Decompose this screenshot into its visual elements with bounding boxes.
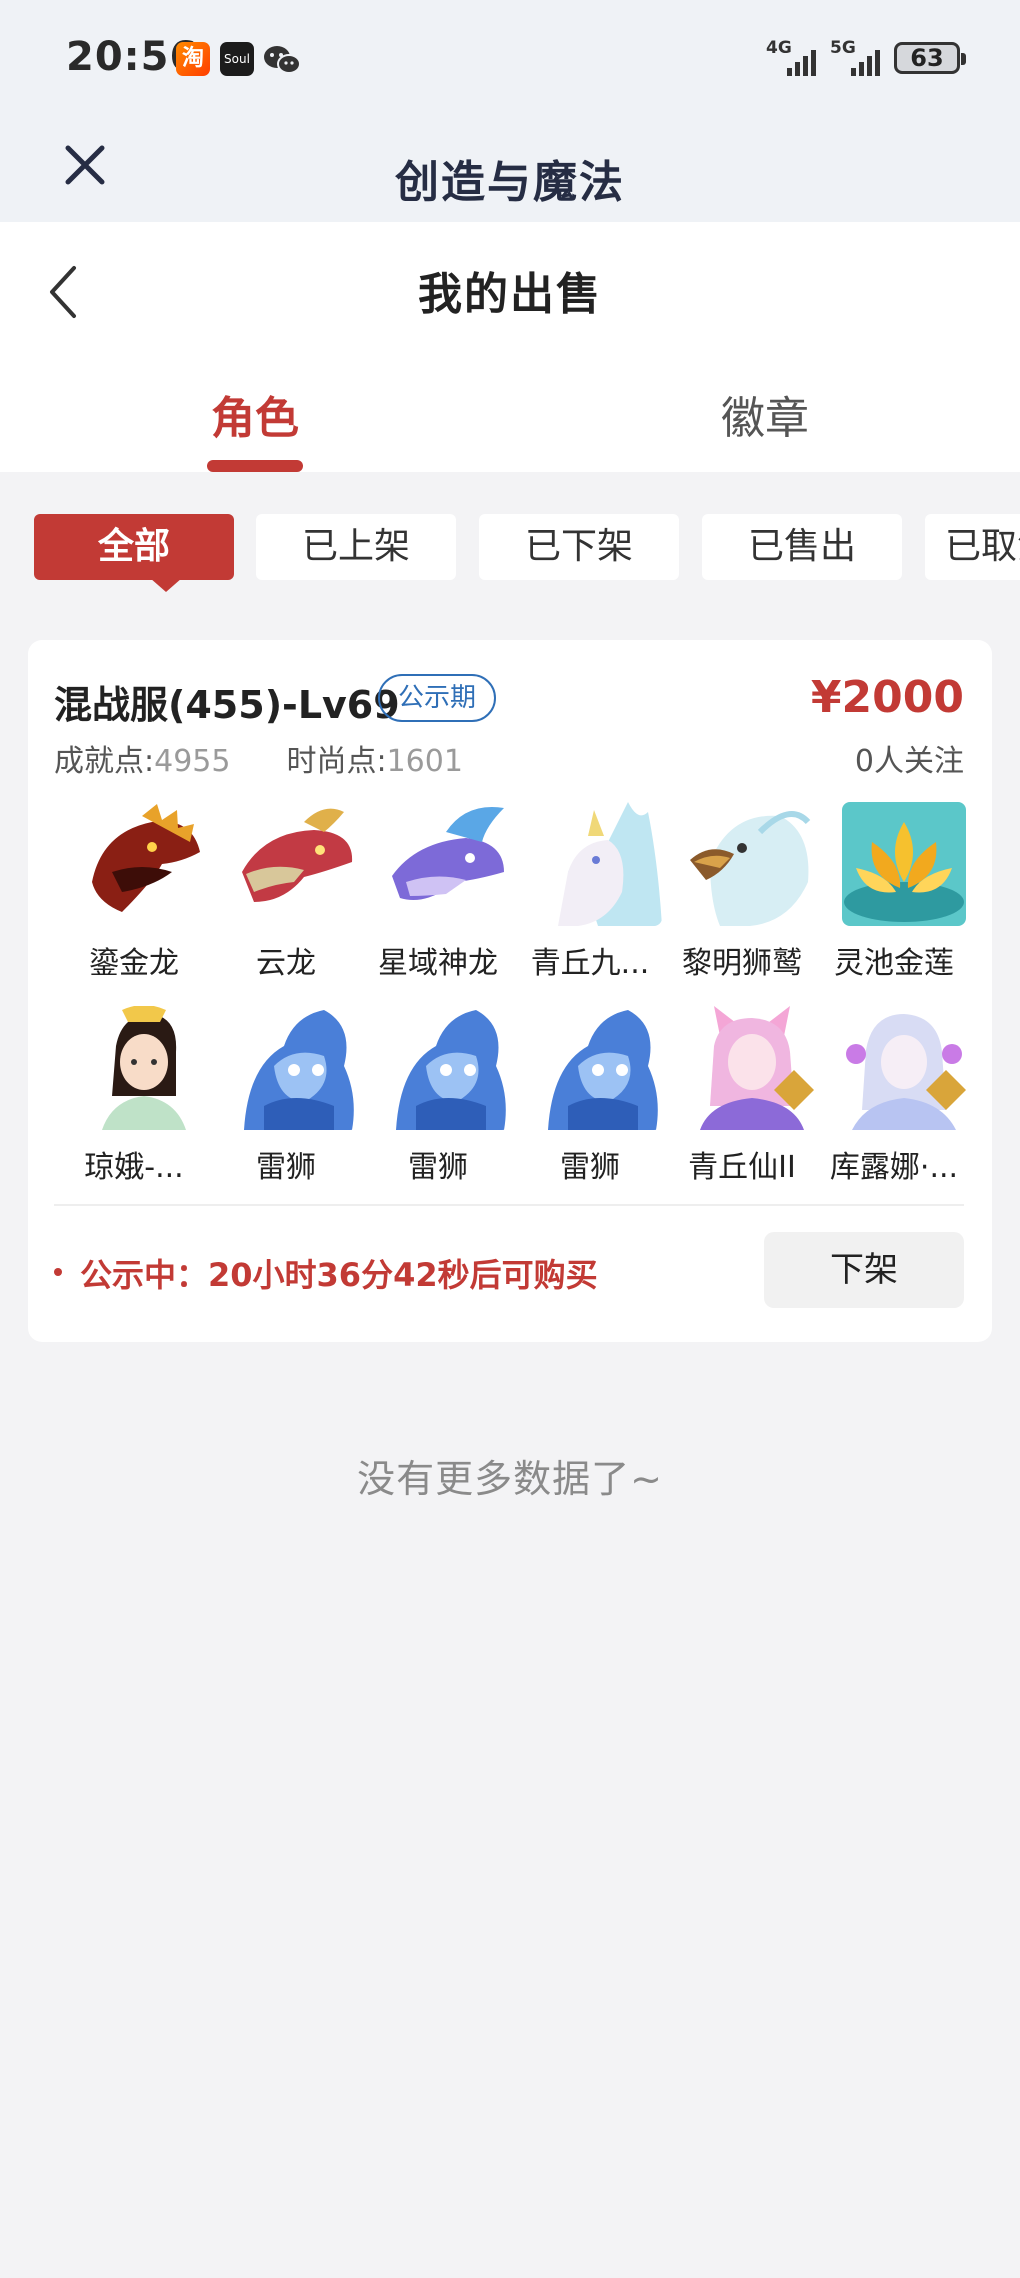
fairy-girl-icon bbox=[82, 1006, 206, 1130]
countdown-notice: 公示中：20小时36分42秒后可购买 bbox=[80, 1256, 598, 1294]
griffin-icon bbox=[690, 802, 814, 926]
pet-item: 星域神龙 bbox=[358, 802, 510, 998]
status-bar: 20:56 淘 Soul 4G 5G 63 bbox=[0, 0, 1020, 118]
follower-count: 0人关注 bbox=[854, 744, 964, 779]
pet-item: 青丘仙II bbox=[662, 1006, 814, 1202]
pet-name: 琼娥-... bbox=[84, 1150, 184, 1185]
listing-title: 混战服(455)-Lv69 bbox=[54, 683, 400, 727]
taobao-app-icon: 淘 bbox=[176, 42, 210, 76]
tab-badge[interactable]: 徽章 bbox=[645, 382, 885, 446]
pet-item: 琼娥-... bbox=[54, 1006, 206, 1202]
filter-all[interactable]: 全部 bbox=[34, 514, 234, 580]
pet-item: 灵池金莲 bbox=[814, 802, 966, 998]
thunder-lion-icon bbox=[386, 1006, 510, 1130]
filter-listed[interactable]: 已上架 bbox=[256, 514, 456, 580]
filter-bar: 全部 已上架 已下架 已售出 已取消 bbox=[34, 514, 1020, 594]
filter-delisted[interactable]: 已下架 bbox=[479, 514, 679, 580]
pet-name: 雷狮 bbox=[256, 1150, 316, 1185]
pet-item: 黎明狮鹫 bbox=[662, 802, 814, 998]
thunder-lion-icon bbox=[234, 1006, 358, 1130]
white-fox-icon bbox=[538, 802, 662, 926]
app-bar: 创造与魔法 bbox=[0, 118, 1020, 222]
achievement-label: 成就点: bbox=[54, 744, 155, 779]
pet-name: 雷狮 bbox=[560, 1150, 620, 1185]
fashion-value: 1601 bbox=[386, 744, 463, 779]
app-title: 创造与魔法 bbox=[395, 157, 625, 208]
pet-item: 鎏金龙 bbox=[54, 802, 206, 998]
pet-name: 青丘仙II bbox=[688, 1150, 796, 1185]
gold-dragon-icon bbox=[82, 802, 206, 926]
thunder-lion-icon bbox=[538, 1006, 662, 1130]
pet-name: 鎏金龙 bbox=[89, 946, 179, 981]
page-title: 我的出售 bbox=[418, 269, 602, 320]
pet-name: 黎明狮鹫 bbox=[682, 946, 802, 981]
divider bbox=[54, 1204, 964, 1206]
signal-5g-icon: 5G bbox=[830, 38, 880, 78]
pet-name: 灵池金莲 bbox=[834, 946, 954, 981]
tab-role[interactable]: 角色 bbox=[135, 382, 375, 446]
pet-name: 云龙 bbox=[256, 946, 316, 981]
fashion-label: 时尚点: bbox=[286, 744, 387, 779]
fox-fairy-icon bbox=[690, 1006, 814, 1130]
pet-item: 雷狮 bbox=[510, 1006, 662, 1202]
delist-button[interactable]: 下架 bbox=[764, 1232, 964, 1308]
pet-name: 星域神龙 bbox=[378, 946, 498, 981]
pet-item: 库露娜·... bbox=[814, 1006, 966, 1202]
bullet-dot bbox=[54, 1268, 62, 1276]
battery-icon: 63 bbox=[894, 42, 966, 74]
signal-4g-icon: 4G bbox=[766, 38, 816, 78]
pet-item: 雷狮 bbox=[358, 1006, 510, 1202]
soul-app-icon: Soul bbox=[220, 42, 254, 76]
status-badge: 公示期 bbox=[378, 674, 496, 722]
filter-cancelled[interactable]: 已取消 bbox=[925, 514, 1020, 580]
achievement-value: 4955 bbox=[154, 744, 231, 779]
active-filter-pointer bbox=[150, 578, 182, 592]
listing-stats: 成就点:4955 时尚点:1601 bbox=[54, 736, 463, 780]
active-tab-indicator bbox=[207, 460, 303, 472]
kuluna-icon bbox=[842, 1006, 966, 1130]
filter-sold[interactable]: 已售出 bbox=[702, 514, 902, 580]
no-more-data-text: 没有更多数据了~ bbox=[357, 1457, 663, 1501]
listing-card[interactable]: 混战服(455)-Lv69 公示期 ¥2000 成就点:4955 时尚点:1601… bbox=[28, 640, 992, 1342]
pet-item: 云龙 bbox=[206, 802, 358, 998]
pet-item: 雷狮 bbox=[206, 1006, 358, 1202]
golden-lotus-icon bbox=[842, 802, 966, 926]
wechat-icon bbox=[264, 46, 301, 74]
pet-name: 雷狮 bbox=[408, 1150, 468, 1185]
listing-price: ¥2000 bbox=[810, 672, 964, 723]
page-header: 我的出售 角色 徽章 bbox=[0, 222, 1020, 472]
cloud-dragon-icon bbox=[234, 802, 358, 926]
star-dragon-icon bbox=[386, 802, 510, 926]
pet-name: 库露娜·... bbox=[829, 1150, 959, 1185]
pet-name: 青丘九... bbox=[530, 946, 650, 981]
pet-item: 青丘九... bbox=[510, 802, 662, 998]
